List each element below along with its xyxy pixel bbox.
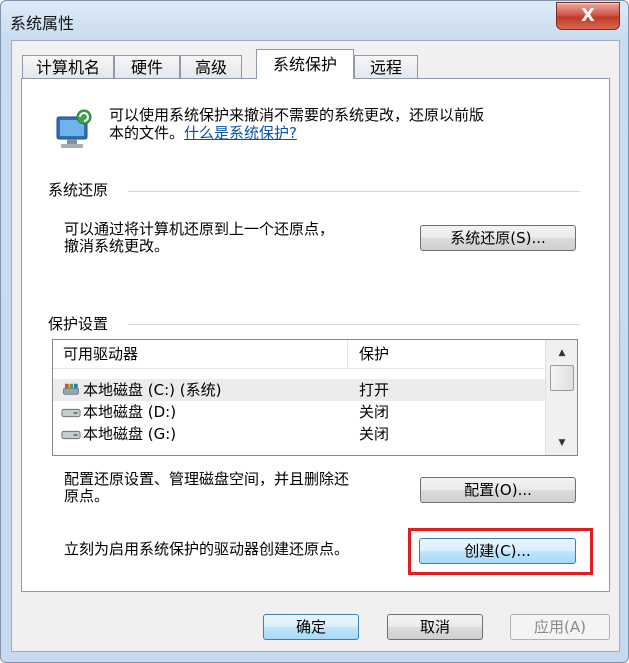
configure-button[interactable]: 配置(O)... xyxy=(420,477,576,503)
create-restore-point-text: 立刻为启用系统保护的驱动器创建还原点。 xyxy=(64,540,350,558)
scroll-thumb[interactable] xyxy=(550,365,574,391)
column-protection[interactable]: 保护 xyxy=(359,343,389,365)
tab-system-protection[interactable]: 系统保护 xyxy=(256,49,354,79)
configure-text-line2: 原点。 xyxy=(64,487,110,505)
drive-name-c: 本地磁盘 (C:) (系统) xyxy=(83,381,222,399)
drive-list-scrollbar[interactable]: ▲ ▼ xyxy=(545,340,577,455)
intro-text-line2-text: 本的文件。 xyxy=(109,124,185,142)
scroll-down-arrow-icon[interactable]: ▼ xyxy=(546,434,577,452)
drive-name-d: 本地磁盘 (D:) xyxy=(83,403,177,421)
drive-list-header: 可用驱动器 保护 xyxy=(53,340,545,369)
tab-hardware[interactable]: 硬件 xyxy=(114,55,180,79)
system-properties-window: 系统属性 X 计算机名 硬件 高级 系统保护 远程 可以使用系统保护来撤消不需要… xyxy=(0,0,629,663)
system-restore-desc-line2: 撤消系统更改。 xyxy=(64,237,170,255)
drive-row-g[interactable]: 本地磁盘 (G:) 关闭 xyxy=(53,423,545,445)
column-available-drives[interactable]: 可用驱动器 xyxy=(63,343,138,365)
drive-status-c: 打开 xyxy=(359,381,390,399)
configure-text-line1: 配置还原设置、管理磁盘空间，并且删除还 xyxy=(64,470,350,488)
system-restore-heading: 系统还原 xyxy=(48,181,109,199)
system-drive-icon xyxy=(63,383,79,395)
system-protection-panel xyxy=(21,78,610,592)
cancel-button[interactable]: 取消 xyxy=(387,614,483,640)
system-restore-button[interactable]: 系统还原(S)... xyxy=(420,225,576,251)
hard-drive-icon xyxy=(61,408,81,418)
scroll-up-arrow-icon[interactable]: ▲ xyxy=(546,344,577,362)
title-bar[interactable]: 系统属性 X xyxy=(1,1,628,37)
intro-text-line1: 可以使用系统保护来撤消不需要的系统更改，还原以前版 xyxy=(109,106,485,124)
tab-remote[interactable]: 远程 xyxy=(354,55,418,79)
drive-status-g: 关闭 xyxy=(359,425,390,443)
drive-name-g: 本地磁盘 (G:) xyxy=(83,425,177,443)
protection-settings-heading: 保护设置 xyxy=(48,315,109,333)
drive-row-d[interactable]: 本地磁盘 (D:) 关闭 xyxy=(53,401,545,423)
apply-button[interactable]: 应用(A) xyxy=(510,614,610,640)
close-button[interactable]: X xyxy=(556,2,620,30)
system-restore-divider xyxy=(128,191,580,192)
intro-text-line2: 本的文件。什么是系统保护? xyxy=(109,125,297,142)
protection-settings-divider xyxy=(128,324,580,325)
tab-computer-name[interactable]: 计算机名 xyxy=(22,55,114,79)
drive-status-d: 关闭 xyxy=(359,403,390,421)
drive-row-c[interactable]: 本地磁盘 (C:) (系统) 打开 xyxy=(53,379,545,401)
hard-drive-icon xyxy=(61,430,81,440)
what-is-system-protection-link[interactable]: 什么是系统保护? xyxy=(184,124,297,142)
tab-advanced[interactable]: 高级 xyxy=(180,55,242,79)
drive-list[interactable]: 可用驱动器 保护 本地磁盘 (C:) (系统) 打开 本地磁盘 (D:) 关闭 xyxy=(52,339,578,456)
ok-button[interactable]: 确定 xyxy=(263,614,359,640)
system-protection-icon xyxy=(56,109,92,148)
create-button[interactable]: 创建(C)... xyxy=(419,538,576,564)
system-restore-desc-line1: 可以通过将计算机还原到上一个还原点， xyxy=(64,220,335,238)
column-separator xyxy=(347,340,348,368)
window-title: 系统属性 xyxy=(10,14,75,33)
